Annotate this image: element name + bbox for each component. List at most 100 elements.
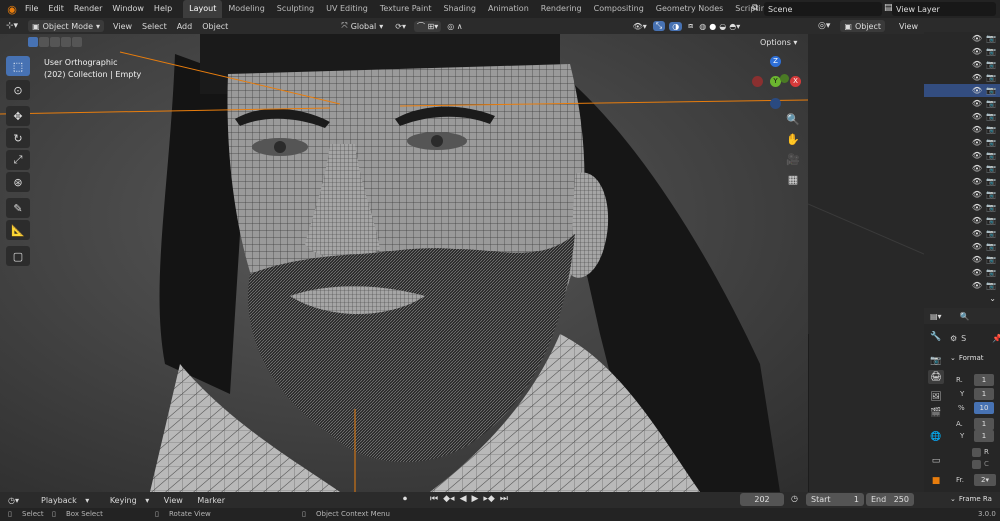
list-item[interactable]: 👁 📷 — [924, 279, 1000, 292]
pin-icon[interactable]: 📌 — [992, 334, 1000, 343]
pivot-icon[interactable]: ⟳▾ — [395, 22, 406, 31]
eye-icon[interactable]: 👁 — [972, 177, 982, 186]
play-icon[interactable]: ▶ — [471, 494, 478, 504]
world-tab-icon[interactable]: 🌐 — [928, 430, 944, 444]
eye-icon[interactable]: 👁 — [972, 255, 982, 264]
select-intersect-icon[interactable] — [72, 37, 82, 47]
camera-icon[interactable]: 📷 — [986, 229, 996, 238]
list-item[interactable]: 👁 📷 — [924, 201, 1000, 214]
camera-icon[interactable]: 📷 — [986, 177, 996, 186]
jump-keyframe-forward-icon[interactable]: ▸◆ — [483, 494, 494, 504]
zoom-icon[interactable]: 🔍 — [784, 110, 802, 128]
object-tab-icon[interactable]: ■ — [928, 474, 944, 488]
frame-range-panel-header[interactable]: ⌄ Frame Ra — [950, 495, 992, 503]
eye-icon[interactable]: 👁 — [972, 268, 982, 277]
tab-rendering[interactable]: Rendering — [535, 0, 588, 18]
list-item[interactable]: 👁 📷 — [924, 162, 1000, 175]
format-panel-header[interactable]: ⌄ Format — [950, 354, 998, 362]
record-icon[interactable]: ⏺ — [403, 494, 407, 504]
eye-icon[interactable]: 👁 — [972, 190, 982, 199]
select-mode-buttons[interactable] — [28, 37, 82, 47]
gizmo-x-axis[interactable]: X — [790, 76, 801, 87]
menu-add[interactable]: Add — [172, 22, 198, 31]
transform-tool-icon[interactable]: ⊛ — [6, 172, 30, 192]
annotate-tool-icon[interactable]: ✎ — [6, 198, 30, 218]
view-layer-selector[interactable]: View Layer — [892, 2, 996, 16]
shading-modes[interactable]: ◍ ● ◒ ◓▾ — [699, 22, 740, 31]
menu-render[interactable]: Render — [69, 0, 107, 18]
play-reverse-icon[interactable]: ◀ — [460, 494, 467, 504]
secondary-view-menu[interactable]: View — [899, 22, 918, 31]
eye-icon[interactable]: 👁 — [972, 125, 982, 134]
gizmo-toggle-icon[interactable]: ⤡ — [652, 21, 666, 31]
menu-playback[interactable]: Playback ▾ — [29, 496, 95, 505]
chevron-down-icon[interactable]: ⌄ — [989, 294, 996, 303]
add-cube-tool-icon[interactable]: ▢ — [6, 246, 30, 266]
camera-icon[interactable]: 📷 — [986, 151, 996, 160]
list-item[interactable]: ⌄ — [924, 292, 1000, 305]
camera-icon[interactable]: 📷 — [986, 47, 996, 56]
select-new-icon[interactable] — [28, 37, 38, 47]
camera-icon[interactable]: 📷 — [986, 125, 996, 134]
list-item[interactable]: 👁 📷 — [924, 227, 1000, 240]
wireframe-shading-icon[interactable]: ◍ — [699, 22, 706, 31]
tab-shading[interactable]: Shading — [437, 0, 482, 18]
grid-perspective-icon[interactable]: ▦ — [784, 170, 802, 188]
pan-hand-icon[interactable]: ✋ — [784, 130, 802, 148]
tab-layout[interactable]: Layout — [183, 0, 223, 18]
list-item[interactable]: 👁 📷 — [924, 149, 1000, 162]
list-item[interactable]: 👁 📷 — [924, 266, 1000, 279]
resolution-x-field[interactable]: 1 — [974, 374, 994, 386]
select-subtract-icon[interactable] — [50, 37, 60, 47]
outliner[interactable]: 👁 📷 👁 📷 👁 📷 👁 📷 👁 📷 👁 📷 👁 📷 👁 📷 👁 📷 👁 📷 👁 📷 👁 📷 👁 📷 👁… — [924, 18, 1000, 308]
eye-icon[interactable]: 👁 — [972, 216, 982, 225]
menu-view[interactable]: View — [158, 496, 189, 505]
menu-marker[interactable]: Marker — [191, 496, 231, 505]
camera-icon[interactable]: 📷 — [986, 268, 996, 277]
camera-icon[interactable]: 📷 — [986, 34, 996, 43]
menu-file[interactable]: File — [20, 0, 43, 18]
list-item[interactable]: 👁 📷 — [924, 97, 1000, 110]
solid-shading-icon[interactable]: ● — [709, 22, 716, 31]
blender-logo-icon[interactable]: ◉ — [4, 1, 20, 17]
list-item[interactable]: 👁 📷 — [924, 71, 1000, 84]
gizmo-neg-y-axis[interactable] — [780, 74, 789, 83]
camera-icon[interactable]: 📷 — [986, 99, 996, 108]
camera-icon[interactable]: 📷 — [986, 242, 996, 251]
navigation-gizmo[interactable]: Z Y X — [750, 54, 806, 114]
list-item[interactable]: 👁 📷 — [924, 136, 1000, 149]
gizmo-z-axis[interactable]: Z — [770, 56, 781, 67]
jump-end-icon[interactable]: ⏭ — [500, 494, 508, 504]
cursor-tool-icon[interactable]: ⊙ — [6, 80, 30, 100]
eye-icon[interactable]: 👁 — [972, 164, 982, 173]
output-tab-icon[interactable]: 🖨 — [928, 370, 944, 384]
eye-icon[interactable]: 👁 — [972, 242, 982, 251]
select-extend-icon[interactable] — [39, 37, 49, 47]
xray-icon[interactable]: ⧈ — [688, 21, 693, 31]
list-item[interactable]: 👁 📷 — [924, 188, 1000, 201]
gizmo-neg-x-axis[interactable] — [752, 76, 763, 87]
scene-icon[interactable]: ⧉ — [752, 3, 758, 13]
snap-icon[interactable]: ⌒ ⊞▾ — [413, 20, 442, 32]
menu-window[interactable]: Window — [107, 0, 149, 18]
jump-start-icon[interactable]: ⏮ — [430, 494, 438, 504]
crop-checkbox[interactable] — [972, 460, 981, 469]
menu-keying[interactable]: Keying ▾ — [98, 496, 155, 505]
eye-icon[interactable]: 👁 — [972, 229, 982, 238]
visibility-icon[interactable]: 👁▾ — [633, 22, 647, 31]
options-button[interactable]: Options ▾ — [760, 38, 797, 47]
select-invert-icon[interactable] — [61, 37, 71, 47]
tab-sculpting[interactable]: Sculpting — [271, 0, 320, 18]
scene-tab-icon[interactable]: 🎬 — [928, 406, 944, 420]
camera-icon[interactable]: 📷 — [986, 164, 996, 173]
tab-geometry-nodes[interactable]: Geometry Nodes — [650, 0, 729, 18]
measure-tool-icon[interactable]: 📐 — [6, 220, 30, 240]
end-frame-field[interactable]: End 250 — [866, 493, 914, 506]
list-item[interactable]: 👁 📷 — [924, 110, 1000, 123]
camera-icon[interactable]: 📷 — [986, 281, 996, 290]
frame-rate-dropdown[interactable]: 2 ▾ — [974, 474, 996, 486]
overlay-toggle-icon[interactable]: ◑ — [669, 21, 683, 31]
camera-icon[interactable]: 📷 — [986, 255, 996, 264]
collection-tab-icon[interactable]: ▭ — [928, 454, 944, 468]
list-item[interactable]: 👁 📷 — [924, 175, 1000, 188]
